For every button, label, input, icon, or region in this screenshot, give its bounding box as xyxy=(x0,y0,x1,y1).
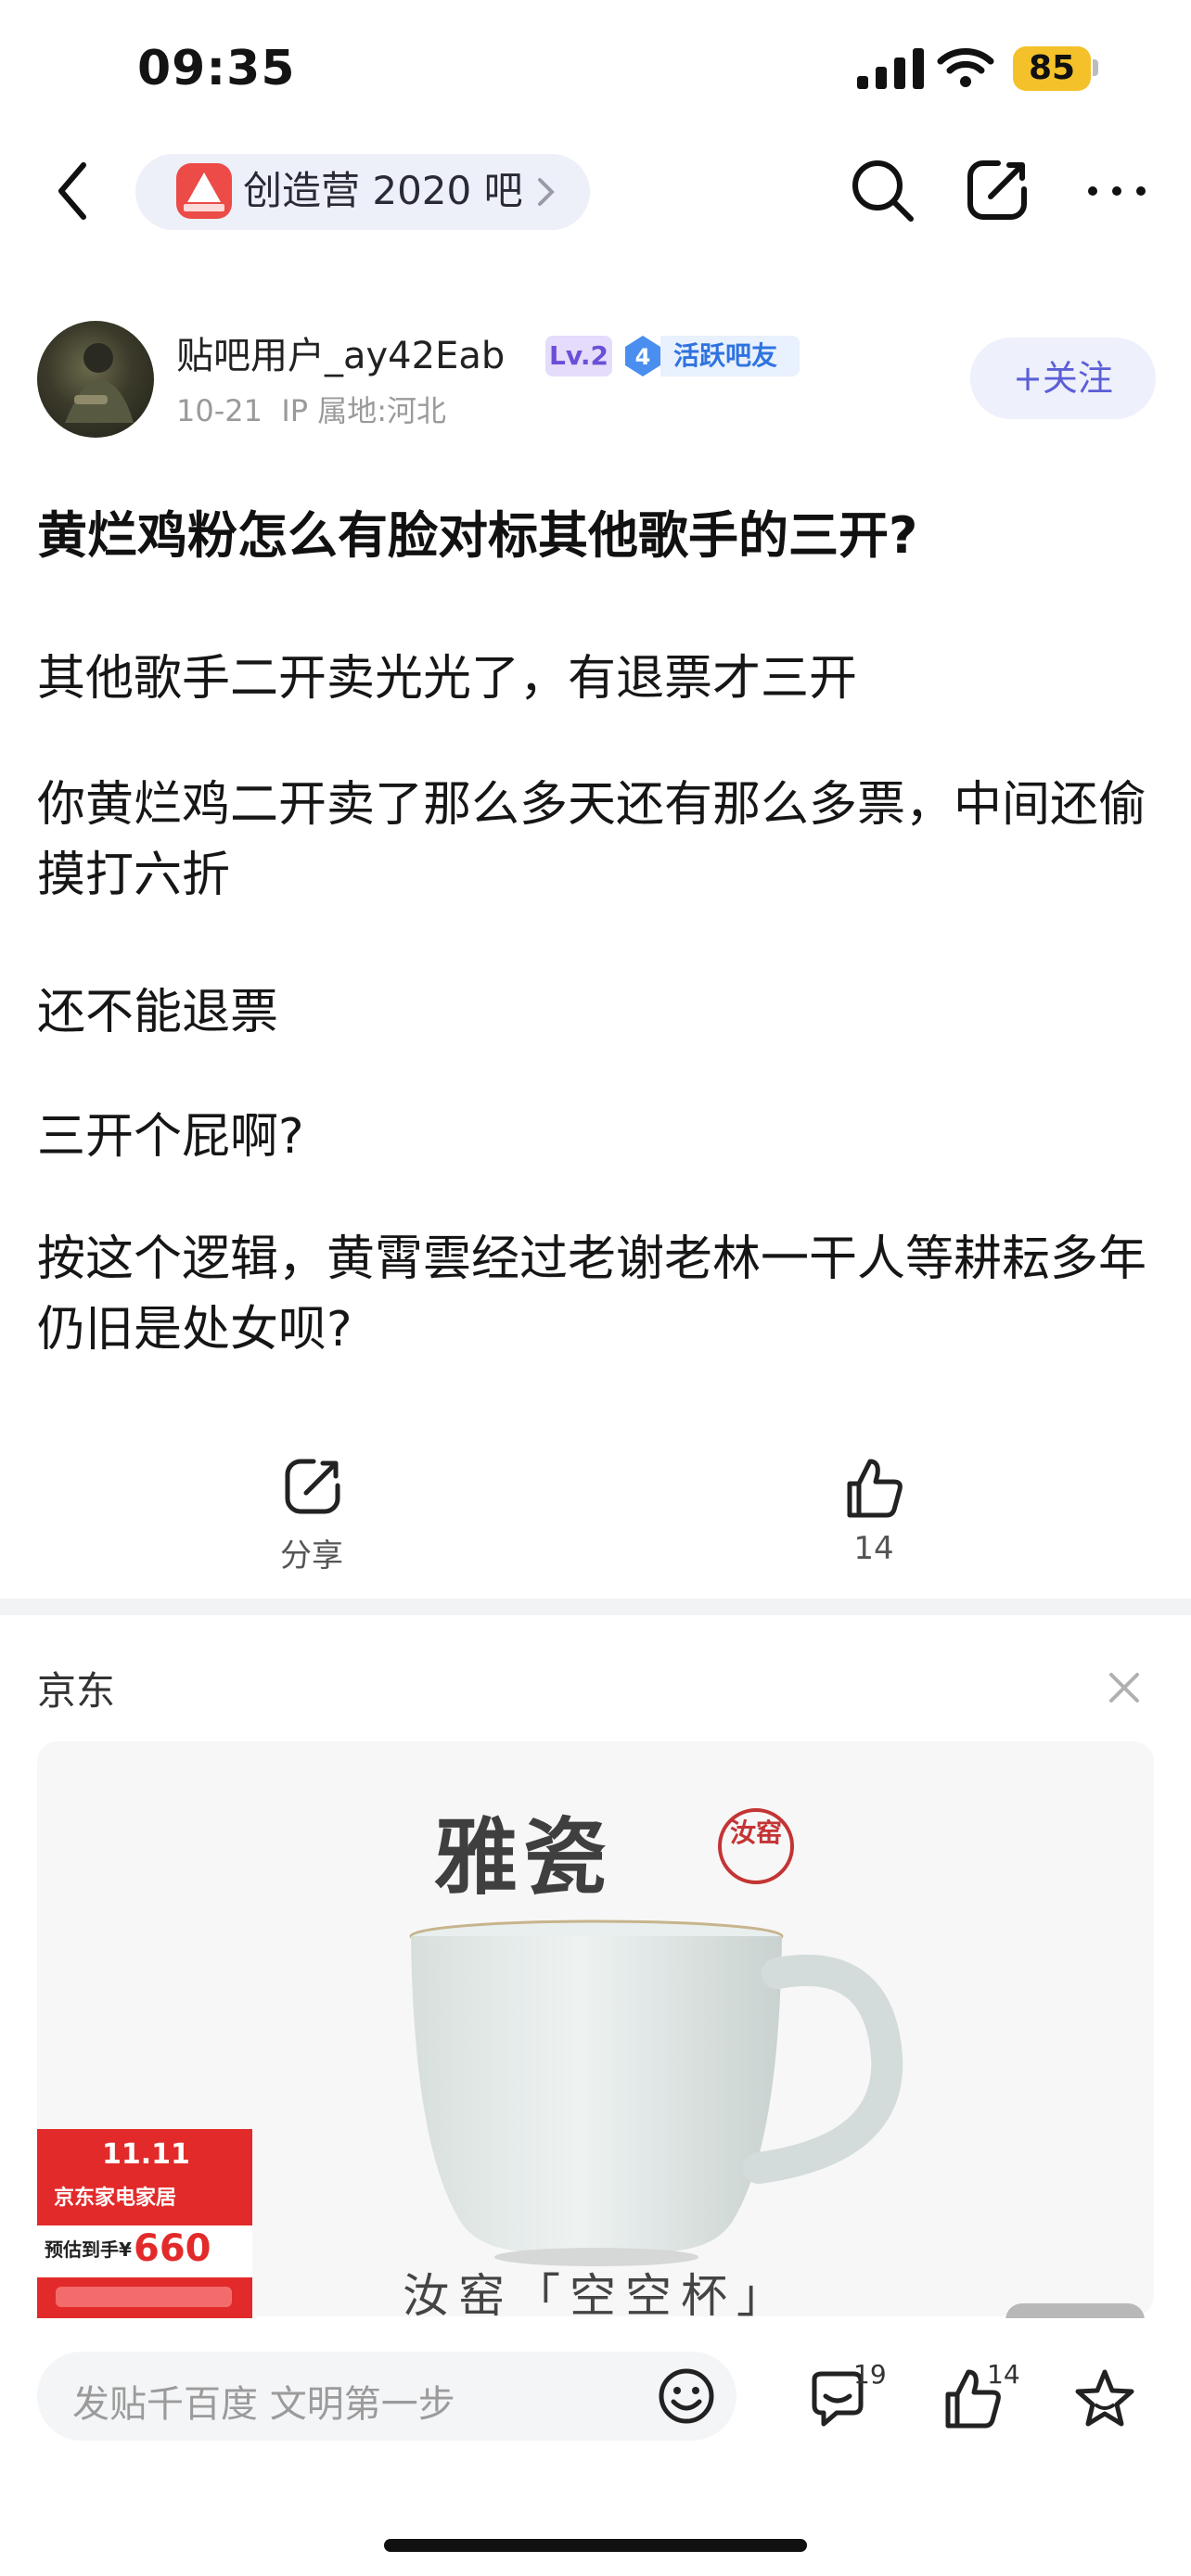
promo-line3: 预估到手¥ xyxy=(45,2238,132,2261)
more-icon[interactable] xyxy=(1082,154,1154,226)
forum-logo xyxy=(176,163,232,219)
bottom-like-count: 14 xyxy=(987,2359,1020,2390)
battery-indicator: 85 xyxy=(1013,46,1091,91)
promo-line1: 11.11 xyxy=(102,2138,190,2171)
level-badge: Lv.2 xyxy=(545,336,612,376)
post-date: 10-21 xyxy=(176,393,263,428)
signal-icon xyxy=(857,48,924,89)
ad-seal: 汝窑 xyxy=(718,1808,794,1884)
avatar[interactable] xyxy=(37,321,154,438)
wifi-icon xyxy=(937,48,994,87)
post-paragraph: 还不能退票 xyxy=(37,985,279,1040)
post-meta: 10-21 IP 属地:河北 xyxy=(176,389,446,432)
close-icon[interactable] xyxy=(1104,1667,1145,1708)
svg-text:4: 4 xyxy=(635,344,651,370)
promo-line2: 京东家电家居 xyxy=(54,2187,177,2210)
active-level-icon: 4 xyxy=(625,336,660,376)
comment-placeholder[interactable]: 发贴千百度 文明第一步 xyxy=(72,2374,455,2428)
like-count[interactable]: 14 xyxy=(800,1530,948,1567)
follow-button[interactable]: +关注 xyxy=(970,338,1156,419)
promo-badge: 11.11 京东家电家居 预估到手¥ 660 xyxy=(37,2129,252,2320)
thumbs-up-icon[interactable] xyxy=(842,1456,907,1521)
search-icon[interactable] xyxy=(846,154,918,226)
comment-count: 19 xyxy=(853,2359,887,2390)
ad-source: 京东 xyxy=(37,1668,116,1714)
ad-brand: 雅瓷 xyxy=(434,1808,612,1906)
star-icon[interactable] xyxy=(1072,2366,1137,2431)
home-indicator xyxy=(384,2539,807,2552)
avatar-image xyxy=(65,343,134,423)
share-icon[interactable] xyxy=(280,1454,345,1519)
share-label[interactable]: 分享 xyxy=(237,1530,386,1575)
post-paragraph: 按这个逻辑，黄霄雲经过老谢老林一干人等耕耘多年仍旧是处女呗? xyxy=(37,1231,1147,1358)
post-title: 黄烂鸡粉怎么有脸对标其他歌手的三开? xyxy=(37,506,918,565)
post-paragraph: 其他歌手二开卖光光了，有退票才三开 xyxy=(37,651,858,707)
battery-tip xyxy=(1093,59,1098,76)
promo-strip xyxy=(56,2287,232,2307)
forum-name[interactable]: 创造营 2020 吧 xyxy=(243,165,523,217)
post-paragraph: 你黄烂鸡二开卖了那么多天还有那么多票，中间还偷摸打六折 xyxy=(37,777,1147,903)
forum-logo-icon xyxy=(184,172,224,211)
back-icon[interactable] xyxy=(46,158,102,224)
section-divider xyxy=(0,1599,1191,1615)
active-badge-label: 活跃吧友 xyxy=(660,336,800,376)
status-time: 09:35 xyxy=(137,41,296,96)
cup-image xyxy=(409,1919,903,2266)
ad-caption: 汝窑「空空杯」 xyxy=(403,2269,792,2323)
promo-price: 660 xyxy=(134,2227,211,2270)
author-name[interactable]: 贴吧用户_ay42Eab xyxy=(176,330,505,382)
edit-icon[interactable] xyxy=(961,154,1033,226)
post-paragraph: 三开个屁啊? xyxy=(37,1109,304,1165)
emoji-icon[interactable] xyxy=(657,2366,716,2426)
chevron-right-icon xyxy=(538,178,555,206)
ip-location: IP 属地:河北 xyxy=(281,393,447,428)
